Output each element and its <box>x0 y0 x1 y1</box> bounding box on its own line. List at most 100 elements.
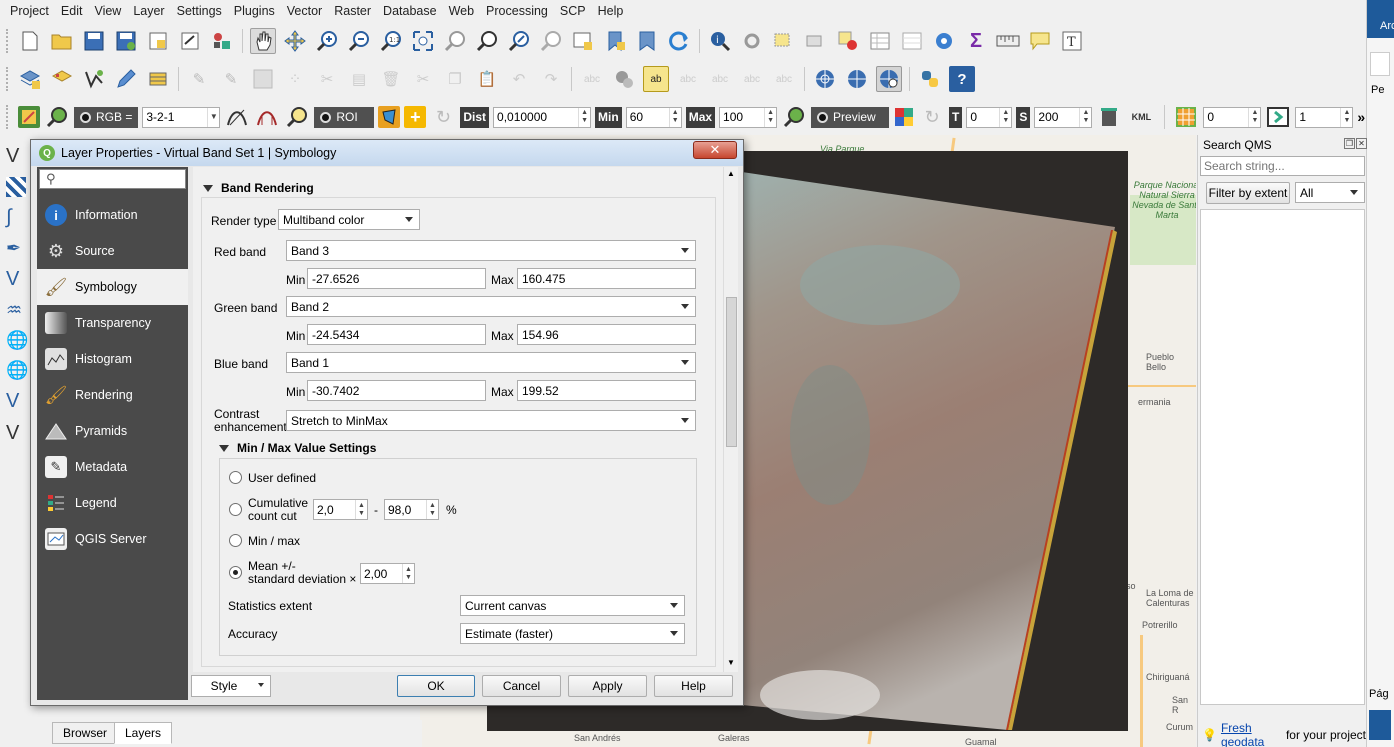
menu-scp[interactable]: SCP <box>554 4 592 18</box>
nav-item-pyramids[interactable]: Pyramids <box>37 413 188 449</box>
s-spinbox[interactable]: 200 ▲ ▼ <box>1034 106 1093 128</box>
toolbar-grip[interactable] <box>6 29 10 53</box>
add-feature-icon[interactable]: ⁘ <box>282 66 308 92</box>
menu-settings[interactable]: Settings <box>171 4 228 18</box>
spin-arrows-icon[interactable]: ▲ ▼ <box>1340 107 1352 127</box>
add-raster-layer-icon[interactable] <box>49 66 75 92</box>
zoom-to-selection-icon[interactable] <box>442 28 468 54</box>
cancel-button[interactable]: Cancel <box>482 675 561 697</box>
max-spinbox[interactable]: 100 ▲ ▼ <box>719 106 778 128</box>
nav-item-symbology[interactable]: 🖌 Symbology <box>37 269 188 305</box>
python-console-icon[interactable] <box>917 66 943 92</box>
spin-arrows-icon[interactable]: ▲ ▼ <box>668 107 681 127</box>
stddev-spinbox[interactable]: 2,00 ▲ ▼ <box>360 563 415 584</box>
preview-toggle-button[interactable]: Preview <box>811 106 890 128</box>
qms-search-input[interactable] <box>1200 156 1365 176</box>
nav-item-qgis-server[interactable]: QGIS Server <box>37 521 188 557</box>
cut-features-icon[interactable]: ✂ <box>410 66 436 92</box>
tab-layers[interactable]: Layers <box>114 722 173 744</box>
copy-features-icon[interactable]: ❐ <box>442 66 468 92</box>
globe-add-icon[interactable] <box>844 66 870 92</box>
blue-band-combo[interactable]: Band 1 <box>286 352 696 373</box>
nav-search-input[interactable]: ⚲ <box>39 169 186 189</box>
add-wms-layer-icon[interactable] <box>145 66 171 92</box>
action-icon[interactable] <box>739 28 765 54</box>
statistics-sigma-icon[interactable]: Σ <box>963 28 989 54</box>
spin-arrows-icon[interactable]: ▲ ▼ <box>1079 107 1091 127</box>
paste-features-icon[interactable]: 📋 <box>474 66 500 92</box>
scp-zoom-image-icon[interactable] <box>44 104 70 130</box>
field-calculator-icon[interactable] <box>899 28 925 54</box>
style-manager-icon[interactable] <box>209 28 235 54</box>
label-pin-icon[interactable] <box>611 66 637 92</box>
roi-toggle-button[interactable]: ROI <box>314 106 375 128</box>
rgb-combo[interactable]: 3-2-1 ▼ <box>142 106 221 128</box>
nav-item-information[interactable]: i Information <box>37 197 188 233</box>
nav-item-source[interactable]: ⚙ Source <box>37 233 188 269</box>
cumulative-low-spinbox[interactable]: 2,0 ▲ ▼ <box>313 499 368 520</box>
redo-icon[interactable]: ↷ <box>538 66 564 92</box>
pan-hand-icon[interactable] <box>250 28 276 54</box>
deselect-icon[interactable] <box>835 28 861 54</box>
dist-spinbox[interactable]: 0,010000 ▲ ▼ <box>493 106 592 128</box>
rgb-toggle-button[interactable]: RGB = <box>74 106 139 128</box>
dialog-titlebar[interactable]: Q Layer Properties - Virtual Band Set 1 … <box>31 140 743 166</box>
band-spinbox[interactable]: 0 ▲ ▼ <box>1203 106 1262 128</box>
nav-item-transparency[interactable]: Transparency <box>37 305 188 341</box>
nav-item-legend[interactable]: Legend <box>37 485 188 521</box>
min-spinbox[interactable]: 60 ▲ ▼ <box>625 106 682 128</box>
blue-max-input[interactable]: 199.52 <box>517 380 696 401</box>
modify-attributes-icon[interactable]: ▤ <box>346 66 372 92</box>
attribute-table-icon[interactable] <box>867 28 893 54</box>
style-menu-button[interactable]: Style <box>191 675 271 697</box>
local-cumulative-stretch-icon[interactable] <box>224 104 250 130</box>
nav-item-metadata[interactable]: ✎ Metadata <box>37 449 188 485</box>
menu-processing[interactable]: Processing <box>480 4 554 18</box>
band-rendering-header[interactable]: Band Rendering <box>203 181 314 195</box>
menu-raster[interactable]: Raster <box>328 4 377 18</box>
ok-button[interactable]: OK <box>397 675 475 697</box>
menu-view[interactable]: View <box>88 4 127 18</box>
contrast-enhancement-combo[interactable]: Stretch to MinMax <box>286 410 696 431</box>
zoom-last-icon[interactable] <box>506 28 532 54</box>
qms-results-list[interactable] <box>1200 209 1365 705</box>
create-roi-polygon-icon[interactable] <box>378 106 401 128</box>
scrollbar-thumb[interactable] <box>726 297 737 447</box>
delete-selected-icon[interactable]: 🗑 <box>378 66 404 92</box>
menu-vector[interactable]: Vector <box>281 4 328 18</box>
layout-new-icon[interactable] <box>145 28 171 54</box>
menu-project[interactable]: Project <box>4 4 55 18</box>
zoom-next-icon[interactable] <box>538 28 564 54</box>
new-project-icon[interactable] <box>17 28 43 54</box>
scroll-up-icon[interactable]: ▲ <box>727 169 735 178</box>
undo-icon[interactable]: ↶ <box>506 66 532 92</box>
select-value-icon[interactable] <box>803 28 829 54</box>
layout-manager-icon[interactable] <box>177 28 203 54</box>
save-edits-icon[interactable] <box>250 66 276 92</box>
text-annotation-icon[interactable]: T <box>1059 28 1085 54</box>
fresh-geodata-link[interactable]: Fresh geodata <box>1221 721 1279 747</box>
spin-arrows-icon[interactable]: ▲ ▼ <box>402 564 414 583</box>
change-label-icon[interactable]: abc <box>771 66 797 92</box>
remove-temp-files-icon[interactable] <box>1096 104 1122 130</box>
refresh-icon[interactable] <box>666 28 692 54</box>
classification-preview-icon[interactable] <box>893 106 915 128</box>
save-as-icon[interactable] <box>113 28 139 54</box>
menu-help[interactable]: Help <box>592 4 630 18</box>
toolbar-grip[interactable] <box>6 67 10 91</box>
qms-filter-combo[interactable]: All <box>1295 182 1365 203</box>
zoom-native-icon[interactable]: 1:1 <box>378 28 404 54</box>
spin-arrows-icon[interactable]: ▲ ▼ <box>1248 107 1260 127</box>
open-folder-icon[interactable] <box>49 28 75 54</box>
minmax-settings-header[interactable]: Min / Max Value Settings <box>219 441 376 455</box>
measure-icon[interactable] <box>995 28 1021 54</box>
menu-layer[interactable]: Layer <box>127 4 170 18</box>
zoom-out-icon[interactable] <box>346 28 372 54</box>
zoom-roi-icon[interactable] <box>284 104 310 130</box>
toolbar-overflow-chevron[interactable]: » <box>1357 109 1365 125</box>
nav-item-histogram[interactable]: Histogram <box>37 341 188 377</box>
menu-plugins[interactable]: Plugins <box>228 4 281 18</box>
cumulative-high-spinbox[interactable]: 98,0 ▲ ▼ <box>384 499 439 520</box>
local-std-stretch-icon[interactable] <box>254 104 280 130</box>
t-spinbox[interactable]: 0 ▲ ▼ <box>966 106 1013 128</box>
